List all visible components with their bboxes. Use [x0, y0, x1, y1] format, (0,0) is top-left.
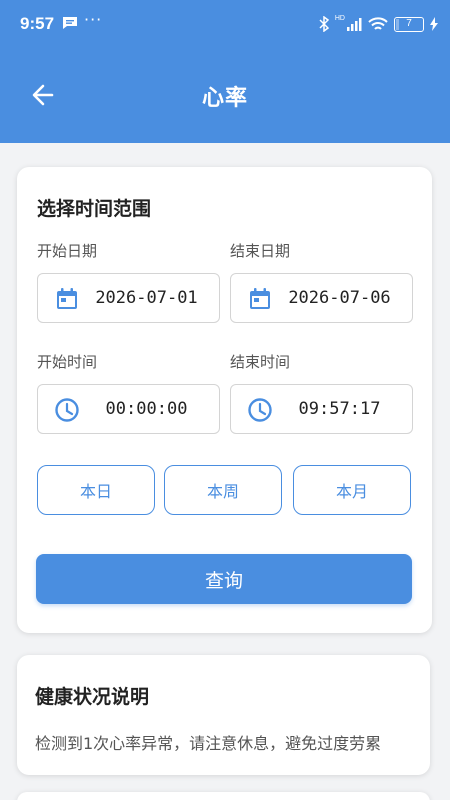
signal-icon: [347, 18, 362, 31]
clock-icon: [55, 398, 79, 422]
more-notifications-icon: ···: [84, 10, 103, 29]
time-range-title: 选择时间范围: [37, 198, 152, 220]
today-button[interactable]: 本日: [37, 465, 155, 515]
message-icon: [63, 17, 77, 29]
battery-level-text: 7: [406, 17, 412, 29]
time-range-card: 选择时间范围 开始日期 结束日期 2026-07-01 2026-07-06 开…: [17, 167, 432, 633]
health-status-message: 检测到1次心率异常，请注意休息，避免过度劳累: [35, 734, 382, 753]
battery-icon: 7: [394, 16, 424, 32]
end-time-label: 结束时间: [230, 353, 291, 371]
end-time-field[interactable]: 09:57:17: [230, 384, 413, 434]
wifi-icon: [368, 16, 388, 30]
status-icons: HD 7: [319, 14, 438, 34]
this-week-button[interactable]: 本周: [164, 465, 282, 515]
page-title: 心率: [201, 86, 248, 111]
calendar-icon: [57, 288, 77, 309]
query-button[interactable]: 查询: [36, 554, 412, 604]
charging-icon: [430, 17, 438, 31]
health-status-title: 健康状况说明: [35, 686, 150, 708]
clock-icon: [248, 398, 272, 422]
bluetooth-icon: [319, 16, 329, 32]
start-date-field[interactable]: 2026-07-01: [37, 273, 220, 323]
battery-level: [396, 18, 399, 30]
end-date-label: 结束日期: [230, 242, 291, 260]
end-date-field[interactable]: 2026-07-06: [230, 273, 413, 323]
status-bar: 9:57 ··· HD 7: [0, 0, 450, 48]
start-time-value: 00:00:00: [105, 399, 188, 419]
calendar-icon: [250, 288, 270, 309]
next-card: [17, 792, 430, 800]
health-status-card: 健康状况说明 检测到1次心率异常，请注意休息，避免过度劳累: [17, 655, 430, 775]
start-date-value: 2026-07-01: [95, 288, 198, 308]
status-time: 9:57: [20, 14, 55, 33]
end-date-value: 2026-07-06: [288, 288, 391, 308]
this-month-button[interactable]: 本月: [293, 465, 411, 515]
start-time-field[interactable]: 00:00:00: [37, 384, 220, 434]
network-type-badge: HD: [334, 14, 345, 22]
start-time-label: 开始时间: [37, 353, 98, 371]
start-date-label: 开始日期: [37, 242, 98, 260]
end-time-value: 09:57:17: [298, 399, 381, 419]
